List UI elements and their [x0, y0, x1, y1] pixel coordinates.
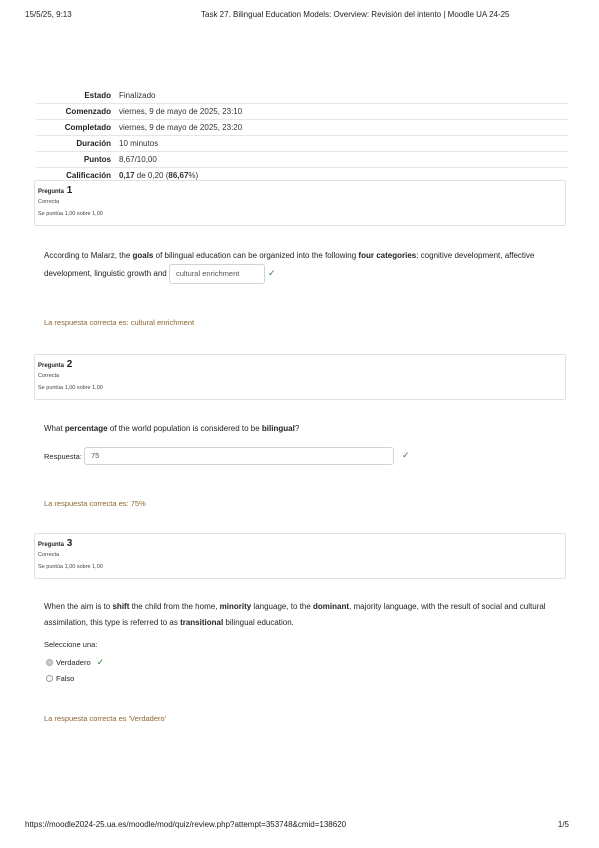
summary-value: 8,67/10,00 — [117, 151, 568, 168]
grade-suffix: %) — [188, 171, 199, 180]
radio-icon[interactable] — [46, 675, 53, 682]
right-answer: La respuesta correcta es: 75% — [44, 499, 146, 508]
qtext-bold: four categories — [358, 251, 417, 260]
summary-row: Estado Finalizado — [36, 88, 568, 104]
qtext-part: ? — [294, 424, 300, 433]
right-answer: La respuesta correcta es 'Verdadero' — [44, 714, 167, 723]
response-input[interactable]: 75 — [84, 447, 394, 465]
question-number: Pregunta 2 — [38, 359, 562, 370]
question-num: 2 — [66, 359, 73, 370]
summary-row: Puntos 8,67/10,00 — [36, 151, 568, 168]
qtext-bold: transitional — [180, 618, 224, 627]
summary-label: Puntos — [36, 151, 117, 168]
print-footer: https://moodle2024-25.ua.es/moodle/mod/q… — [25, 820, 569, 832]
question-label: Pregunta — [38, 542, 65, 548]
print-title: Task 27. Bilingual Education Models: Ove… — [201, 10, 510, 19]
grade-value: 0,17 — [119, 171, 135, 180]
summary-row: Completado viernes, 9 de mayo de 2025, 23… — [36, 119, 568, 136]
qtext-bold: percentage — [64, 424, 108, 433]
question-label: Pregunta — [38, 189, 65, 195]
qtext-bold: dominant — [313, 602, 350, 611]
right-answer: La respuesta correcta es: cultural enric… — [44, 318, 195, 327]
attempt-summary-table: Estado Finalizado Comenzado viernes, 9 de … — [36, 88, 568, 183]
qtext-part: When the aim is to — [44, 602, 113, 611]
page-number: 1/5 — [557, 820, 569, 829]
summary-label: Estado — [84, 91, 111, 100]
response-row: Respuesta: 75 ✓ — [44, 447, 414, 467]
question-num: 1 — [66, 185, 73, 196]
question-text: What percentage of the world population … — [44, 421, 554, 437]
print-url: https://moodle2024-25.ua.es/moodle/mod/q… — [25, 820, 347, 829]
qtext-part: of bilingual education can be organized … — [153, 251, 359, 260]
question-text: According to Malarz, the goals of biling… — [44, 248, 554, 284]
qtext-bold: bilingual — [261, 424, 295, 433]
qtext-bold: minority — [219, 602, 252, 611]
option-label: Verdadero — [56, 658, 91, 667]
check-icon: ✓ — [96, 657, 105, 667]
summary-label: Comenzado — [36, 103, 117, 120]
question-number: Pregunta 3 — [38, 538, 562, 549]
grade-percent: 86,67 — [168, 171, 189, 180]
qtext-part: According to Malarz, the — [44, 251, 133, 260]
qtext-part: language, to the — [251, 602, 314, 611]
summary-value: viernes, 9 de mayo de 2025, 23:20 — [117, 119, 568, 136]
option-true[interactable]: Verdadero ✓ — [46, 657, 104, 668]
summary-value: 10 minutos — [117, 135, 568, 152]
grade-max: de 0,20 ( — [134, 171, 169, 180]
summary-label: Completado — [36, 119, 117, 136]
question-label: Pregunta — [38, 363, 65, 369]
question-num: 3 — [66, 538, 73, 549]
summary-label: Duración — [36, 135, 117, 152]
question-info: Pregunta 2 Correcta Se puntúa 1,00 sobre… — [34, 354, 566, 400]
question-grade: Se puntúa 1,00 sobre 1,00 — [38, 564, 103, 570]
qtext-bold: shift — [112, 602, 130, 611]
question-grade: Se puntúa 1,00 sobre 1,00 — [38, 211, 103, 217]
summary-value: viernes, 9 de mayo de 2025, 23:10 — [117, 103, 568, 120]
check-icon: ✓ — [267, 268, 276, 279]
select-prompt: Seleccione una: — [44, 640, 98, 649]
question-state: Correcta — [38, 552, 60, 558]
summary-row: Comenzado viernes, 9 de mayo de 2025, 23:… — [36, 103, 568, 120]
print-date: 15/5/25, 9:13 — [25, 10, 72, 19]
qtext-part: What — [44, 424, 65, 433]
question-state: Correcta — [38, 373, 60, 379]
question-grade: Se puntúa 1,00 sobre 1,00 — [38, 385, 103, 391]
summary-row: Duración 10 minutos — [36, 135, 568, 152]
option-label: Falso — [56, 674, 75, 683]
question-info: Pregunta 3 Correcta Se puntúa 1,00 sobre… — [34, 533, 566, 579]
question-info: Pregunta 1 Correcta Se puntúa 1,00 sobre… — [34, 180, 566, 226]
summary-value: Finalizado — [119, 91, 156, 100]
question-number: Pregunta 1 — [38, 185, 562, 196]
radio-icon[interactable] — [46, 659, 53, 666]
qtext-part: the child from the home, — [129, 602, 220, 611]
qtext-part: of the world population is considered to… — [107, 424, 262, 433]
question-state: Correcta — [38, 199, 60, 205]
qtext-bold: goals — [132, 251, 154, 260]
print-header: 15/5/25, 9:13 Task 27. Bilingual Educati… — [25, 10, 569, 22]
check-icon: ✓ — [402, 450, 410, 460]
response-label: Respuesta: — [44, 452, 82, 461]
question-text: When the aim is to shift the child from … — [44, 599, 554, 631]
option-false[interactable]: Falso — [46, 674, 74, 683]
answer-field[interactable]: cultural enrichment — [168, 264, 265, 284]
qtext-part: bilingual education. — [223, 618, 294, 627]
